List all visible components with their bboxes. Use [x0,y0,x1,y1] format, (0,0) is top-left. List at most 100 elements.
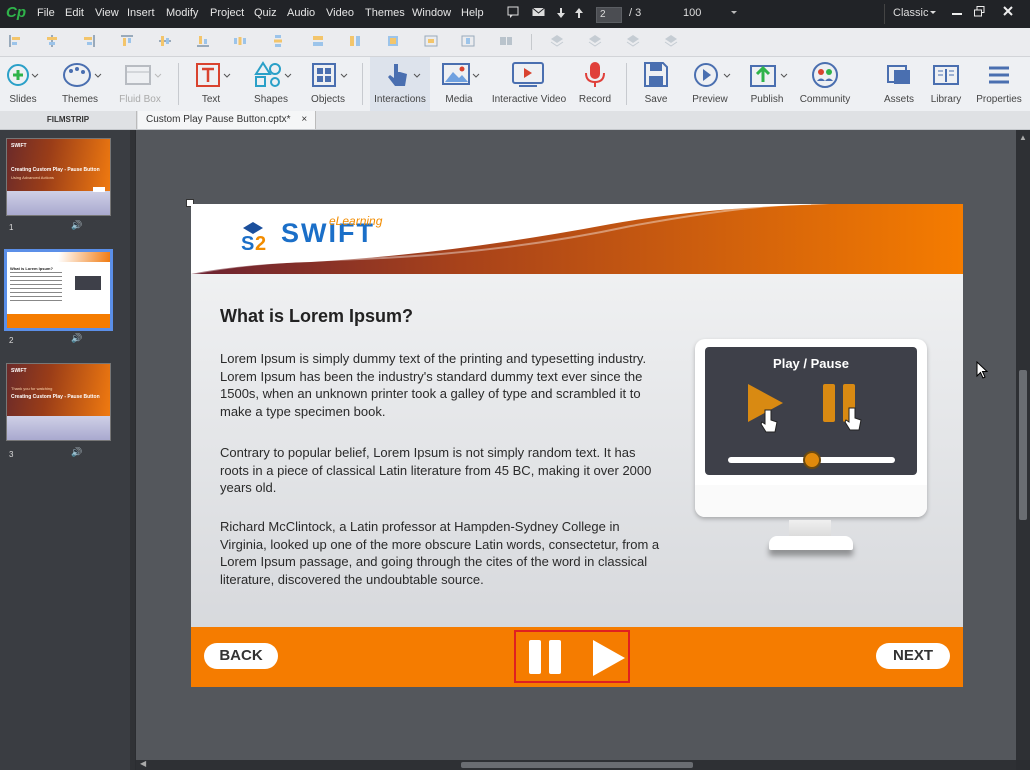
play-pause-button-selection[interactable] [514,630,630,683]
vertical-scrollbar[interactable]: ▲ [1016,130,1030,760]
thumb-wave [7,416,110,440]
slide-thumbnail-1[interactable]: SWIFT Creating Custom Play - Pause Butto… [6,138,111,216]
comment-icon[interactable] [507,6,519,21]
bring-forward-icon[interactable] [588,34,602,48]
monitor-illustration: Play / Pause [695,339,927,517]
filmstrip-scrollbar[interactable] [130,130,135,770]
play-icon[interactable] [591,639,627,677]
thumb-button [93,187,105,192]
record-button[interactable]: Record [574,57,616,111]
align-top-icon[interactable] [120,34,134,48]
pause-icon [823,384,862,431]
interactive-video-button[interactable]: Interactive Video [490,57,568,111]
align-center-icon[interactable] [45,34,59,48]
properties-button[interactable]: Properties [974,57,1024,111]
same-height-icon[interactable] [348,34,362,48]
close-tab-icon[interactable]: × [301,114,307,125]
arrow-up-icon[interactable] [574,7,584,22]
themes-button[interactable]: Themes [54,57,106,111]
bring-to-front-icon[interactable] [550,34,564,48]
shapes-button[interactable]: Shapes [246,57,296,111]
scroll-up-icon[interactable]: ▲ [1019,133,1027,142]
menu-video[interactable]: Video [326,7,354,19]
thumb-title: Creating Custom Play - Pause Button [11,394,100,400]
divider [178,63,179,105]
slide-thumbnail-2[interactable]: What is Lorem Ipsum? [4,249,113,331]
fluid-box-button[interactable]: Fluid Box [114,57,166,111]
record-icon [585,62,605,87]
send-to-back-icon[interactable] [664,34,678,48]
menu-modify[interactable]: Modify [166,7,198,19]
close-window-button[interactable] [998,3,1018,21]
text-button[interactable]: Text [188,57,234,111]
document-tab[interactable]: Custom Play Pause Button.cptx* × [138,111,317,129]
interactions-button[interactable]: Interactions [370,57,430,111]
publish-button[interactable]: Publish [744,57,790,111]
scroll-left-icon[interactable]: ◀ [140,759,146,768]
media-button[interactable]: Media [436,57,482,111]
menu-project[interactable]: Project [210,7,244,19]
objects-button[interactable]: Objects [304,57,352,111]
align-left-icon[interactable] [8,34,22,48]
save-button[interactable]: Save [636,57,676,111]
workspace-mode[interactable]: Classic [893,7,928,19]
menu-edit[interactable]: Edit [65,7,84,19]
slide-stage: S 2 SWIFT eLearning What is Lorem Ipsum?… [191,204,963,687]
svg-text:2: 2 [255,233,266,254]
same-size-icon[interactable] [386,34,400,48]
menu-help[interactable]: Help [461,7,484,19]
align-right-icon[interactable] [82,34,96,48]
pause-icon[interactable] [528,640,564,674]
distribute-v-icon[interactable] [271,34,285,48]
save-icon [644,62,668,87]
menu-insert[interactable]: Insert [127,7,155,19]
next-button[interactable]: NEXT [876,643,950,669]
minimize-button[interactable] [947,3,967,21]
thumb-title: Creating Custom Play - Pause Button [11,167,100,173]
current-slide-input[interactable]: 2 [596,7,622,23]
send-backward-icon[interactable] [626,34,640,48]
thumb-subtitle: Using Advanced Actions [11,175,54,180]
menu-themes[interactable]: Themes [365,7,405,19]
mode-chevron-down-icon[interactable] [929,6,937,21]
community-button[interactable]: Community [798,57,852,111]
slides-button[interactable]: Slides [0,57,46,111]
align-middle-icon[interactable] [158,34,172,48]
assets-button[interactable]: Assets [880,57,918,111]
horizontal-scrollbar[interactable]: ◀ [136,759,1016,770]
same-width-icon[interactable] [311,34,325,48]
audio-speaker-icon: 🔊 [71,333,83,343]
arrow-down-icon[interactable] [556,7,566,22]
shapes-icon [254,61,292,87]
zoom-field[interactable]: 100 [683,7,701,19]
menu-view[interactable]: View [95,7,119,19]
menu-audio[interactable]: Audio [287,7,315,19]
group-icon[interactable] [499,34,513,48]
panel-tabs-row: FILMSTRIP Custom Play Pause Button.cptx*… [0,111,1030,130]
horizontal-scroll-thumb[interactable] [461,762,693,768]
main-ribbon: Slides Themes Fluid Box Text Shapes Obje… [0,57,1030,112]
menu-file[interactable]: File [37,7,55,19]
restore-button[interactable] [969,3,989,21]
menu-quiz[interactable]: Quiz [254,7,277,19]
thumb-footer [7,314,110,328]
preview-button[interactable]: Preview [686,57,734,111]
library-button[interactable]: Library [926,57,966,111]
mail-icon[interactable] [532,6,545,21]
menu-window[interactable]: Window [412,7,451,19]
palette-icon [63,63,102,87]
distribute-h-icon[interactable] [233,34,247,48]
document-tab-title: Custom Play Pause Button.cptx* [146,114,291,125]
zoom-chevron-down-icon[interactable] [730,6,738,21]
paragraph-1: Lorem Ipsum is simply dummy text of the … [220,351,647,419]
center-v-slide-icon[interactable] [461,34,475,48]
logo-subtext: eLearning [329,214,383,228]
align-bottom-icon[interactable] [196,34,210,48]
thumb-subtitle: Thank you for watching [11,386,53,391]
slides-icon [7,64,39,86]
back-button[interactable]: BACK [204,643,278,669]
preview-icon [694,63,731,87]
vertical-scroll-thumb[interactable] [1019,370,1027,520]
slide-thumbnail-3[interactable]: SWIFT Thank you for watching Creating Cu… [6,363,111,441]
center-h-slide-icon[interactable] [424,34,438,48]
